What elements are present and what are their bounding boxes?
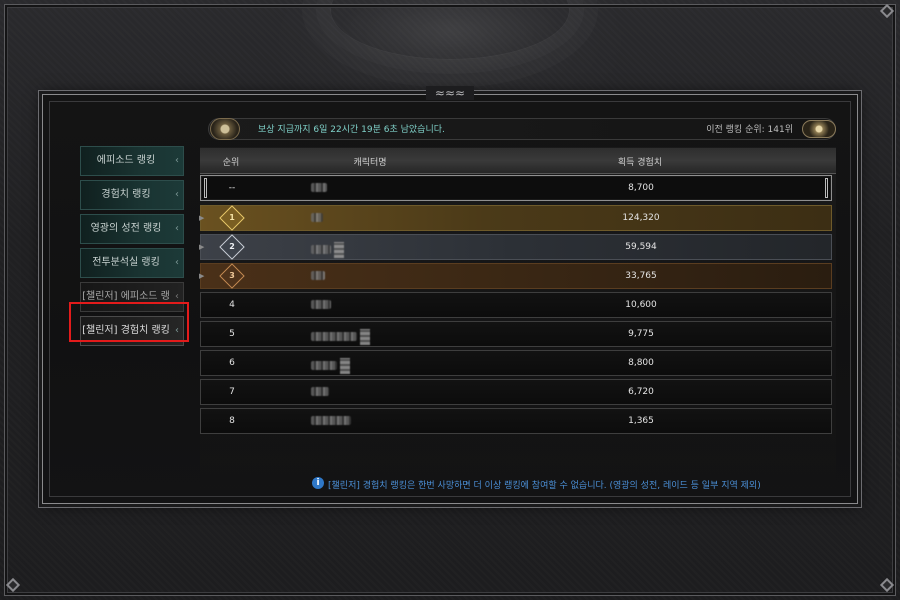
- exp-cell: 124,320: [622, 213, 660, 223]
- table-row[interactable]: 5 9,775: [200, 321, 832, 347]
- sidebar-item-temple-ranking[interactable]: 영광의 성전 랭킹 ‹: [80, 214, 184, 244]
- column-header-exp: 획득 경험치: [617, 158, 663, 168]
- rank-cell: 7: [229, 387, 235, 397]
- table-row[interactable]: 4 10,600: [200, 292, 832, 318]
- gold-medal-icon: 1: [219, 205, 245, 231]
- selection-highlight: [69, 302, 189, 342]
- window-top-ornament: ≈≈≈: [426, 86, 474, 100]
- row-tip-icon: ▶: [199, 272, 205, 280]
- table-header: 순위 캐릭터명 획득 경험치: [200, 148, 836, 174]
- chevron-left-icon: ‹: [175, 223, 179, 234]
- sidebar-item-combat-analysis-ranking[interactable]: 전투분석실 랭킹 ‹: [80, 248, 184, 278]
- rank-cell: 5: [229, 329, 235, 339]
- table-row[interactable]: ▶ 3 33,765: [199, 263, 832, 289]
- name-cell-redacted: [311, 271, 325, 281]
- exp-cell: 59,594: [625, 242, 657, 252]
- column-header-rank: 순위: [222, 158, 240, 168]
- chevron-left-icon: ‹: [175, 155, 179, 166]
- name-cell-redacted: [311, 242, 344, 258]
- chevron-left-icon: ‹: [175, 189, 179, 200]
- exp-cell: 1,365: [628, 416, 654, 426]
- name-cell-redacted: [311, 416, 351, 426]
- name-cell-redacted: [311, 300, 331, 310]
- rank-cell: 6: [229, 358, 235, 368]
- name-cell-redacted: [311, 387, 329, 397]
- name-cell-redacted: [311, 329, 370, 345]
- exp-cell: 6,720: [628, 387, 654, 397]
- exp-cell: 8,800: [628, 358, 654, 368]
- table-row[interactable]: ▶ 2 59,594: [199, 234, 832, 260]
- sidebar-item-label: 에피소드 랭킹: [96, 155, 156, 166]
- exp-cell: 10,600: [625, 300, 657, 310]
- table-row[interactable]: 6 8,800: [200, 350, 832, 376]
- name-cell-redacted: [311, 213, 323, 223]
- table-row[interactable]: ▶ 1 124,320: [199, 205, 832, 231]
- row-bracket: [825, 178, 828, 198]
- sidebar-item-episode-ranking[interactable]: 에피소드 랭킹 ‹: [80, 146, 184, 176]
- exp-cell: 8,700: [628, 183, 654, 193]
- notice-text: [챌린저] 경험치 랭킹은 한번 사망하면 더 이상 랭킹에 참여할 수 없습니…: [328, 481, 761, 491]
- chevron-left-icon: ‹: [175, 257, 179, 268]
- column-header-name: 캐릭터명: [353, 158, 387, 168]
- rank-cell: --: [228, 183, 236, 193]
- rank-cell: 8: [229, 416, 235, 426]
- exp-cell: 9,775: [628, 329, 654, 339]
- previous-rank: 이전 랭킹 순위: 141위: [706, 125, 793, 135]
- sidebar-item-exp-ranking[interactable]: 경험치 랭킹 ‹: [80, 180, 184, 210]
- info-icon: i: [312, 477, 324, 489]
- my-ranking-row[interactable]: -- 8,700: [200, 175, 832, 201]
- trophy-icon[interactable]: [802, 120, 836, 138]
- row-tip-icon: ▶: [199, 243, 205, 251]
- rank-cell: 4: [229, 300, 235, 310]
- name-cell-redacted: [311, 358, 350, 374]
- row-tip-icon: ▶: [199, 214, 205, 222]
- treasure-chest-icon[interactable]: [210, 118, 240, 140]
- sidebar-item-label: 전투분석실 랭킹: [92, 257, 160, 268]
- bronze-medal-icon: 3: [219, 263, 245, 289]
- sidebar-item-label: 영광의 성전 랭킹: [90, 223, 162, 234]
- name-cell-redacted: [311, 183, 327, 193]
- table-row[interactable]: 8 1,365: [200, 408, 832, 434]
- sidebar-item-label: 경험치 랭킹: [101, 189, 151, 200]
- exp-cell: 33,765: [625, 271, 657, 281]
- table-row[interactable]: 7 6,720: [200, 379, 832, 405]
- silver-medal-icon: 2: [219, 234, 245, 260]
- reward-timer: 보상 지급까지 6일 22시간 19분 6초 남았습니다.: [258, 125, 445, 135]
